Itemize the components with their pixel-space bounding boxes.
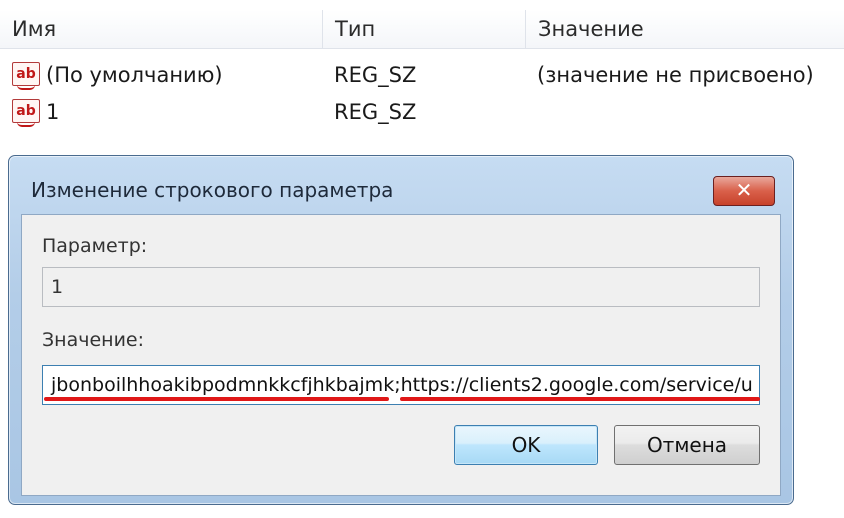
- string-value-icon: ab: [12, 62, 40, 90]
- row-type: REG_SZ: [334, 63, 417, 87]
- row-type: REG_SZ: [334, 100, 417, 124]
- dialog-title: Изменение строкового параметра: [31, 178, 394, 202]
- param-label: Параметр:: [42, 235, 148, 257]
- string-value-icon: ab: [12, 99, 40, 127]
- list-header: Имя Тип Значение: [0, 10, 844, 49]
- dialog-body: Параметр: 1 Значение: jbonboilhhoakibpod…: [21, 214, 781, 496]
- row-name: (По умолчанию): [46, 63, 223, 87]
- edit-string-dialog: Изменение строкового параметра ✕ Парамет…: [8, 155, 794, 505]
- table-row[interactable]: ab (По умолчанию) REG_SZ (значение не пр…: [0, 58, 844, 92]
- column-header-name[interactable]: Имя: [0, 10, 322, 48]
- ok-button[interactable]: OK: [454, 425, 598, 465]
- highlight-underline-extension-id: [44, 397, 389, 401]
- cancel-button[interactable]: Отмена: [614, 425, 760, 465]
- value-label: Значение:: [42, 329, 145, 351]
- column-header-value[interactable]: Значение: [525, 10, 844, 48]
- param-name-field[interactable]: 1: [42, 267, 760, 307]
- row-value: (значение не присвоено): [537, 63, 814, 87]
- table-row[interactable]: ab 1 REG_SZ: [0, 95, 844, 129]
- column-header-type[interactable]: Тип: [322, 10, 525, 48]
- close-button[interactable]: ✕: [713, 176, 775, 206]
- highlight-underline-update-url: [400, 397, 760, 401]
- close-icon: ✕: [735, 178, 753, 202]
- row-name: 1: [46, 100, 60, 124]
